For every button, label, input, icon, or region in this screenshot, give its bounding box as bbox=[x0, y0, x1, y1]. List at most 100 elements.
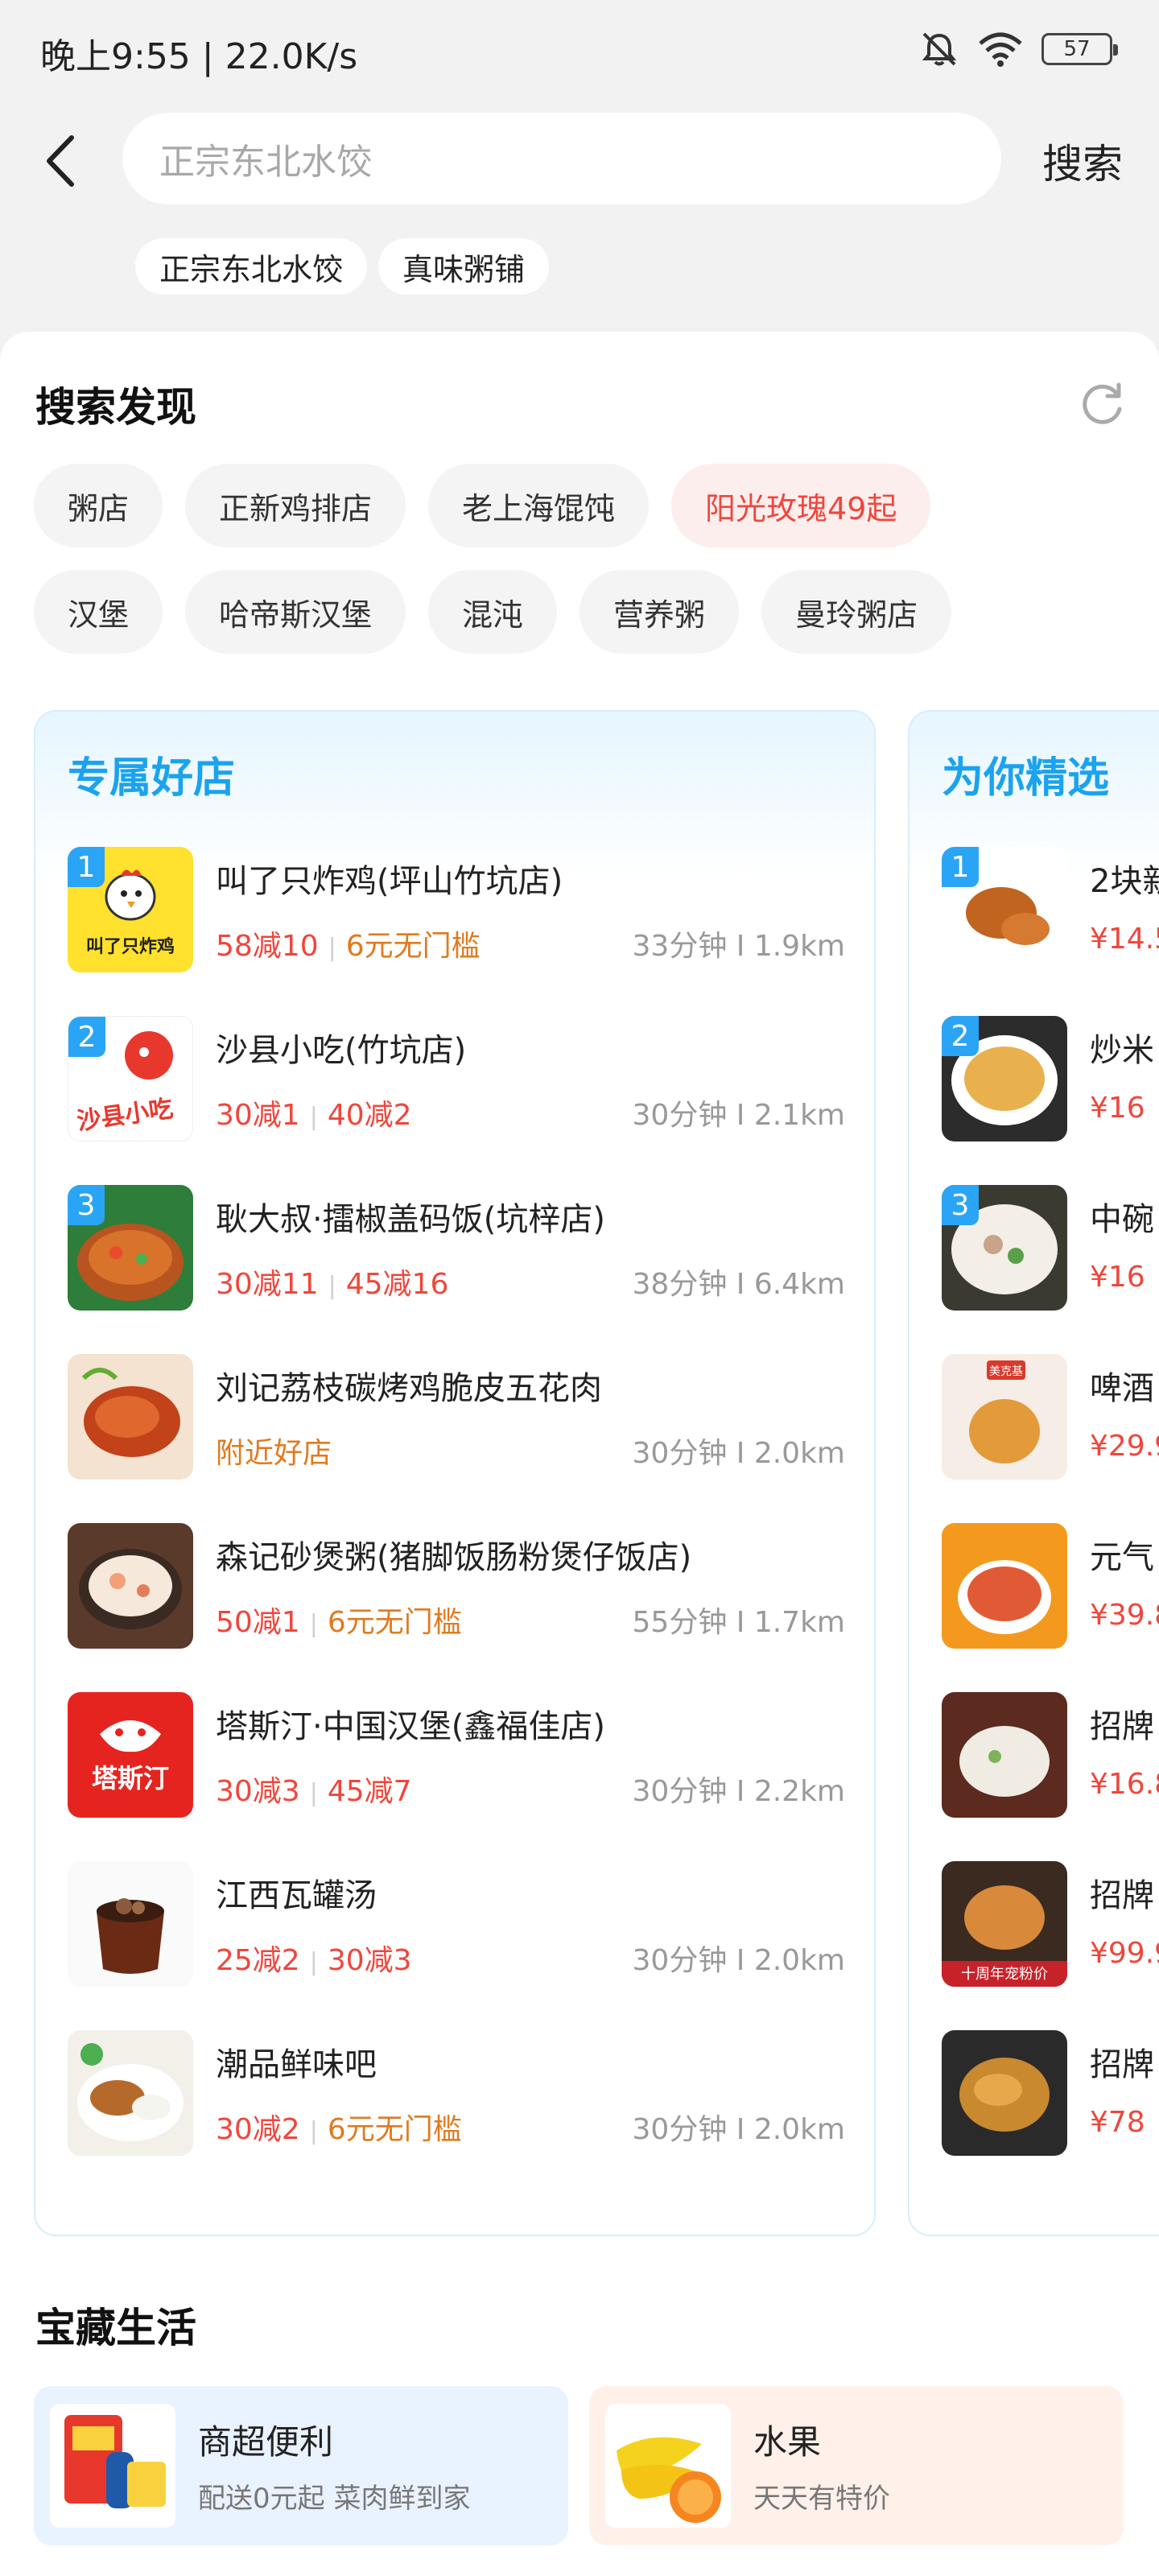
dish-price: ¥99.9 bbox=[1090, 1937, 1159, 1970]
dish-row[interactable]: 招牌 ¥78 bbox=[942, 2030, 1159, 2159]
promo-tag: 58减10 bbox=[216, 930, 319, 963]
tastien-logo-icon: 塔斯汀 bbox=[92, 1720, 169, 1794]
groceries-icon bbox=[64, 2415, 166, 2508]
shop-meta: 38分钟 I 6.4km bbox=[632, 1268, 845, 1301]
shop-row[interactable]: 潮品鲜味吧 30减2 | 6元无门槛 30分钟 I 2.0km bbox=[68, 2030, 845, 2159]
battery-icon: 57 bbox=[1041, 33, 1118, 65]
dish-row[interactable]: 美克基 啤酒 ¥29.9 bbox=[942, 1354, 1159, 1483]
life-card-supermarket[interactable]: 商超便利 配送0元起 菜肉鲜到家 bbox=[34, 2386, 568, 2545]
discover-row-2: 汉堡 哈帝斯汉堡 混沌 营养粥 曼玲粥店 bbox=[34, 570, 952, 654]
search-input[interactable]: 正宗东北水饺 bbox=[122, 113, 1001, 204]
shop-promos: 30减3 | 45减7 bbox=[216, 1775, 412, 1808]
shop-promos: 附近好店 bbox=[216, 1430, 332, 1472]
life-card-title: 商超便利 bbox=[198, 2422, 334, 2462]
status-icons: 57 bbox=[919, 29, 1118, 69]
rank-badge: 2 bbox=[68, 1017, 105, 1057]
dish-price: ¥16 bbox=[1090, 1261, 1145, 1294]
promo-tag: 6元无门槛 bbox=[345, 930, 481, 963]
shop-row[interactable]: 2 沙县小吃 沙县小吃(竹坑店) 30减1 | 40减2 30分钟 I 2.1km bbox=[68, 1016, 845, 1145]
promo-tag: 30减2 bbox=[216, 2113, 300, 2146]
shop-row[interactable]: 1 叫了只炸鸡 叫了只炸鸡(坪山竹坑店) 58减10 | 6元无门槛 33分钟 I … bbox=[68, 847, 845, 976]
back-button[interactable] bbox=[32, 129, 89, 193]
status-bar: 晚上9:55 | 22.0K/s 57 bbox=[0, 0, 1159, 97]
shop-name: 沙县小吃(竹坑店) bbox=[216, 1032, 467, 1069]
dish-thumb: 美克基 bbox=[942, 1354, 1067, 1480]
dish-row[interactable]: 1 2块新 ¥14.5 bbox=[942, 847, 1159, 976]
roast-duck-icon bbox=[959, 2058, 1050, 2132]
shop-row[interactable]: 森记砂煲粥(猪脚饭肠粉煲仔饭店) 50减1 | 6元无门槛 55分钟 I 1.7km bbox=[68, 1523, 845, 1652]
rank-badge: 1 bbox=[68, 847, 105, 887]
discover-tag-hot[interactable]: 阳光玫瑰49起 bbox=[671, 464, 931, 547]
discover-tag[interactable]: 正新鸡排店 bbox=[185, 464, 406, 547]
history-chip[interactable]: 真味粥铺 bbox=[378, 238, 550, 295]
promo-tag: 6元无门槛 bbox=[327, 2113, 462, 2146]
dish-name: 招牌 bbox=[1090, 2046, 1154, 2083]
dish-row[interactable]: 十周年宠粉价 招牌 ¥99.9 bbox=[942, 1861, 1159, 1990]
life-card-subtitle: 配送0元起 菜肉鲜到家 bbox=[198, 2483, 471, 2515]
shop-name: 潮品鲜味吧 bbox=[216, 2046, 377, 2083]
shop-name: 森记砂煲粥(猪脚饭肠粉煲仔饭店) bbox=[216, 1539, 692, 1576]
dish-row[interactable]: 招牌 ¥16.8 bbox=[942, 1692, 1159, 1821]
promo-tag: 45减7 bbox=[327, 1775, 412, 1808]
battery-level: 57 bbox=[1063, 37, 1091, 61]
shop-row[interactable]: 3 耿大叔·擂椒盖码饭(坑梓店) 30减11 | 45减16 38分钟 I 6.4k… bbox=[68, 1185, 845, 1314]
dish-name: 啤酒 bbox=[1090, 1370, 1154, 1407]
dish-name: 招牌 bbox=[1090, 1877, 1154, 1914]
wifi-icon bbox=[979, 32, 1022, 67]
promo-tag: 30减1 bbox=[216, 1099, 300, 1132]
shop-thumb bbox=[68, 1861, 193, 1987]
picks-card: 为你精选 1 2块新 ¥14.5 2 炒米 ¥16 3 中碗 ¥16 美克基 啤… bbox=[908, 710, 1159, 2236]
discover-tag[interactable]: 曼玲粥店 bbox=[761, 570, 952, 654]
shop-promos: 58减10 | 6元无门槛 bbox=[216, 930, 481, 963]
discover-tag[interactable]: 混沌 bbox=[428, 570, 558, 654]
discover-title: 搜索发现 bbox=[35, 384, 196, 431]
dish-thumb bbox=[942, 2030, 1067, 2156]
discover-tag[interactable]: 老上海馄饨 bbox=[428, 464, 650, 547]
search-button[interactable]: 搜索 bbox=[1022, 129, 1143, 193]
history-chip[interactable]: 正宗东北水饺 bbox=[135, 238, 368, 295]
promo-tag: 6元无门槛 bbox=[327, 1606, 462, 1639]
promo-tag: 30减11 bbox=[216, 1268, 319, 1301]
shop-row[interactable]: 塔斯汀 塔斯汀·中国汉堡(鑫福佳店) 30减3 | 45减7 30分钟 I 2.2k… bbox=[68, 1692, 845, 1821]
shop-promos: 50减1 | 6元无门槛 bbox=[216, 1606, 462, 1639]
food-photo-icon bbox=[77, 2043, 184, 2141]
promo-tag: 40减2 bbox=[327, 1099, 412, 1132]
rank-badge: 2 bbox=[942, 1016, 979, 1056]
shop-row[interactable]: 刘记荔枝碳烤鸡脆皮五花肉 附近好店 30分钟 I 2.0km bbox=[68, 1354, 845, 1483]
discover-tag[interactable]: 哈帝斯汉堡 bbox=[185, 570, 406, 654]
promo-tag: 25减2 bbox=[216, 1944, 300, 1977]
promo-tag: 45减16 bbox=[345, 1268, 449, 1301]
hotpot-icon bbox=[958, 1560, 1051, 1634]
dish-price: ¥14.5 bbox=[1090, 923, 1159, 956]
dish-row[interactable]: 2 炒米 ¥16 bbox=[942, 1016, 1159, 1145]
dish-name: 元气 bbox=[1090, 1539, 1154, 1576]
food-photo-icon bbox=[97, 1898, 164, 1974]
discover-tag[interactable]: 营养粥 bbox=[580, 570, 740, 654]
refresh-icon[interactable] bbox=[1075, 378, 1128, 431]
dish-row[interactable]: 3 中碗 ¥16 bbox=[942, 1185, 1159, 1314]
shop-meta: 30分钟 I 2.0km bbox=[632, 1944, 845, 1977]
shop-name: 江西瓦罐汤 bbox=[216, 1877, 377, 1914]
chevron-left-icon bbox=[47, 135, 74, 187]
shop-name: 塔斯汀·中国汉堡(鑫福佳店) bbox=[216, 1708, 605, 1745]
congee-icon bbox=[959, 1726, 1050, 1797]
shop-thumb: 3 bbox=[68, 1185, 193, 1311]
shop-meta: 30分钟 I 2.2km bbox=[632, 1775, 845, 1808]
dish-name: 炒米 bbox=[1090, 1032, 1154, 1069]
dish-price: ¥29.9 bbox=[1090, 1430, 1159, 1463]
shop-row[interactable]: 江西瓦罐汤 25减2 | 30减3 30分钟 I 2.0km bbox=[68, 1861, 845, 1990]
food-photo-icon bbox=[81, 1368, 180, 1457]
dish-price: ¥16.8 bbox=[1090, 1768, 1159, 1801]
thumb-logo-text: 叫了只炸鸡 bbox=[86, 936, 175, 957]
life-card-fruit[interactable]: 水果 天天有特价 bbox=[589, 2386, 1124, 2545]
promo-tag: 30减3 bbox=[216, 1775, 300, 1808]
thumb-logo-text: 美克基 bbox=[989, 1364, 1023, 1378]
supermarket-image bbox=[50, 2404, 175, 2528]
discover-tag[interactable]: 粥店 bbox=[34, 464, 163, 547]
shop-promos: 25减2 | 30减3 bbox=[216, 1944, 412, 1977]
discover-tag[interactable]: 汉堡 bbox=[34, 570, 163, 654]
life-card-subtitle: 天天有特价 bbox=[753, 2483, 890, 2515]
fried-chicken-icon: 美克基 bbox=[969, 1360, 1040, 1463]
shop-meta: 30分钟 I 2.1km bbox=[632, 1099, 845, 1132]
dish-row[interactable]: 元气 ¥39.8 bbox=[942, 1523, 1159, 1652]
